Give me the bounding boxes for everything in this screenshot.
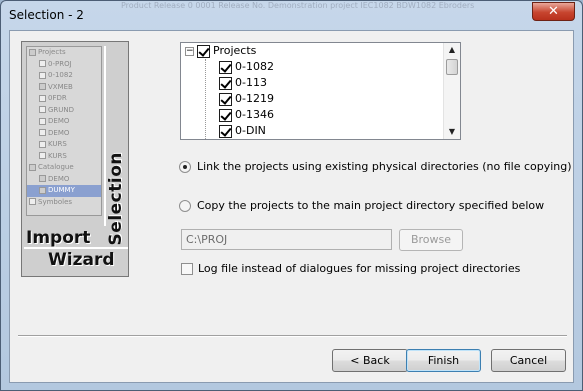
dialog-client-area: Projects 0-PROJ 0-1082 VXMEB 0FDR GRUND … [9, 30, 574, 383]
browse-button[interactable]: Browse [399, 229, 463, 251]
tree-item[interactable]: 0-113 [219, 75, 267, 91]
wizard-tree-item: DEMO [48, 128, 70, 137]
tree-item-label: 0-1346 [235, 108, 274, 121]
wizard-tree-item: KURS [48, 151, 67, 160]
wizard-graphic-tree: Projects 0-PROJ 0-1082 VXMEB 0FDR GRUND … [26, 46, 102, 216]
tree-item-label: 0-1082 [235, 60, 274, 73]
scroll-thumb[interactable] [446, 59, 458, 75]
link-option[interactable]: Link the projects using existing physica… [179, 160, 572, 173]
close-icon: ✕ [548, 4, 559, 19]
window-title: Selection - 2 [9, 8, 84, 22]
project-tree[interactable]: − Projects 0-1082 0-113 0-1219 0-1346 0-D… [180, 42, 461, 140]
close-button[interactable]: ✕ [532, 2, 575, 21]
tree-checkbox-projects[interactable] [197, 44, 210, 58]
wizard-tree-item: 0-1082 [48, 71, 73, 79]
tree-item[interactable]: 0-1082 [219, 59, 274, 75]
tree-checkbox[interactable] [219, 124, 232, 138]
divider [18, 335, 567, 337]
wizard-tree-item: VXMEB [48, 82, 73, 91]
copy-option[interactable]: Copy the projects to the main project di… [179, 199, 544, 212]
tree-item[interactable]: 0-1219 [219, 91, 274, 107]
wizard-wizard-text: Wizard [48, 250, 115, 270]
back-button[interactable]: < Back [332, 349, 408, 372]
wizard-tree-item: 0-PROJ [48, 59, 72, 68]
wizard-tree-item: GRUND [48, 105, 75, 114]
scroll-up-icon[interactable]: ▲ [444, 43, 460, 57]
tree-scrollbar[interactable]: ▲ ▼ [443, 43, 460, 139]
import-wizard-graphic: Projects 0-PROJ 0-1082 VXMEB 0FDR GRUND … [21, 41, 129, 277]
wizard-tree-item: DEMO [48, 117, 70, 125]
logfile-label: Log file instead of dialogues for missin… [198, 262, 521, 275]
background-window-text: Product Release 0 0001 Release No. Demon… [121, 1, 475, 10]
cancel-button[interactable]: Cancel [491, 349, 566, 372]
wizard-tree-item: KURS [48, 140, 67, 148]
tree-item-label: 0-DIN [235, 124, 266, 137]
finish-button-label: Finish [427, 354, 460, 367]
finish-button[interactable]: Finish [406, 349, 481, 372]
tree-root[interactable]: − Projects [185, 43, 256, 59]
selection-dialog: Product Release 0 0001 Release No. Demon… [0, 0, 583, 391]
wizard-tree-item: DEMO [48, 174, 70, 183]
title-bar[interactable]: Product Release 0 0001 Release No. Demon… [1, 1, 582, 29]
tree-checkbox[interactable] [219, 76, 232, 90]
tree-item-label: 0-113 [235, 76, 267, 89]
tree-checkbox[interactable] [219, 92, 232, 106]
logfile-option[interactable]: Log file instead of dialogues for missin… [181, 262, 520, 275]
cancel-button-label: Cancel [509, 354, 548, 367]
tree-root-label: Projects [213, 44, 257, 57]
wizard-selection-text: Selection [106, 152, 126, 246]
copy-option-label: Copy the projects to the main project di… [197, 199, 545, 212]
link-radio[interactable] [179, 161, 191, 173]
tree-item-label: 0-1219 [235, 92, 274, 105]
logfile-checkbox[interactable] [181, 263, 193, 275]
wizard-tree-item: Catalogue [38, 163, 74, 171]
project-directory-input[interactable] [181, 229, 392, 250]
tree-checkbox[interactable] [219, 108, 232, 122]
wizard-tree-item: Symboles [38, 197, 73, 206]
collapse-icon[interactable]: − [185, 46, 194, 56]
wizard-tree-item: Projects [38, 48, 66, 56]
tree-item[interactable]: 0-1346 [219, 107, 274, 123]
scroll-down-icon[interactable]: ▼ [444, 125, 460, 139]
tree-item[interactable]: 0-DIN [219, 123, 266, 139]
wizard-tree-item: 0FDR [48, 94, 67, 102]
tree-checkbox[interactable] [219, 60, 232, 74]
link-option-label: Link the projects using existing physica… [197, 160, 572, 173]
back-button-label: < Back [350, 354, 390, 367]
copy-radio[interactable] [179, 200, 191, 212]
wizard-import-text: Import [26, 228, 91, 248]
wizard-tree-item: DUMMY [48, 186, 75, 194]
